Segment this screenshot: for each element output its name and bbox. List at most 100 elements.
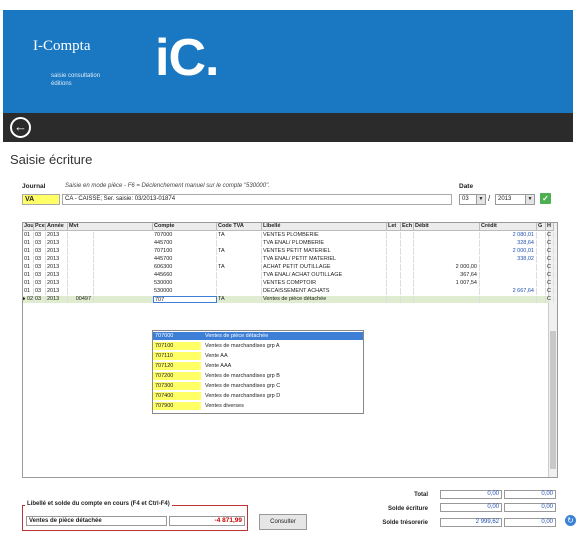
- option-account-code: 707400: [153, 392, 201, 400]
- grid-col-code-tva-header[interactable]: Code TVA: [217, 223, 262, 231]
- cell-mvt: [68, 288, 94, 295]
- dropdown-option[interactable]: 707200 Ventes de marchandises grp B: [153, 372, 363, 380]
- table-row[interactable]: 01 03 2013 707000 TA VENTES PLOMBERIE 2 080,01…: [23, 232, 554, 239]
- grid-col-h-header[interactable]: H: [546, 223, 554, 231]
- cell-libelle: TVA ENAL/ PLOMBERIE: [262, 240, 387, 247]
- option-account-code: 707300: [153, 382, 201, 390]
- chevron-down-icon[interactable]: ▼: [476, 195, 485, 204]
- cell-jour: 01: [23, 288, 34, 295]
- account-name: Ventes de pièce détachée: [26, 516, 167, 526]
- grid-col-libelle-header[interactable]: Libellé: [262, 223, 387, 231]
- table-row[interactable]: 01 03 2013 445700 TVA ENAL/ PETIT MATERIEL 33…: [23, 256, 554, 263]
- dropdown-option[interactable]: 707120 Vente AAA: [153, 362, 363, 370]
- cell-pce: 03: [34, 248, 46, 255]
- cell-compte: 445660: [153, 272, 217, 279]
- journal-name-field: CA - CAISSE; Ser. saisie: 03/2013-01874: [62, 194, 452, 205]
- cell-let: [387, 264, 401, 271]
- table-row[interactable]: 01 03 2013 530000 DECAISSEMENT ACHATS 2 667,6…: [23, 288, 554, 295]
- grid-col-let-header[interactable]: Let: [387, 223, 401, 231]
- cell-libelle: TVA ENAL/ PETIT MATERIEL: [262, 256, 387, 263]
- grid-col-debit-header[interactable]: Débit: [414, 223, 480, 231]
- cell-ech: [401, 232, 414, 239]
- cell-ech: [401, 272, 414, 279]
- cell-h: C: [546, 288, 554, 295]
- active-entry-row[interactable]: ▶0203201300497 707TAVentes de pièce détac…: [23, 296, 554, 303]
- chevron-down-icon[interactable]: ▼: [525, 195, 534, 204]
- solde-tresorerie-label: Solde trésorerie: [382, 520, 428, 526]
- cell-tva: TA: [217, 264, 262, 271]
- dropdown-option[interactable]: 707400 Ventes de marchandises grp D: [153, 392, 363, 400]
- grid-col-mvt-header[interactable]: Mvt: [68, 223, 153, 231]
- cell-g: [537, 288, 546, 295]
- active-cell-credit: [480, 296, 537, 303]
- solde-ecriture-credit: 0,00: [504, 503, 556, 512]
- cell-credit: 2 000,01: [480, 248, 537, 255]
- cell-pce: 03: [34, 280, 46, 287]
- grid-col-piece-header[interactable]: Pce: [34, 223, 46, 231]
- table-row[interactable]: 01 03 2013 707100 TA VENTES PETIT MATERIEL 2 0…: [23, 248, 554, 255]
- cell-credit: 2 667,64: [480, 288, 537, 295]
- grid-col-credit-header[interactable]: Crédit: [480, 223, 537, 231]
- dropdown-option[interactable]: 707900 Ventes diverses: [153, 402, 363, 410]
- check-icon[interactable]: ✓: [540, 193, 551, 204]
- cell-annee: 2013: [46, 288, 68, 295]
- cell-tva: TA: [217, 248, 262, 255]
- active-cell-let: [387, 296, 401, 303]
- cell-ech: [401, 280, 414, 287]
- cell-mvt: [68, 240, 94, 247]
- dropdown-option[interactable]: 707100 Ventes de marchandises grp A: [153, 342, 363, 350]
- cell-jour: 01: [23, 232, 34, 239]
- solde-tresorerie-debit: 2 999,62: [440, 518, 502, 527]
- account-dropdown[interactable]: 707000 Ventes de pièce détachée 707100 Vent…: [152, 330, 364, 414]
- cell-h: C: [546, 248, 554, 255]
- dropdown-option[interactable]: 707110 Vente AA: [153, 352, 363, 360]
- grid-col-g-header[interactable]: G: [537, 223, 546, 231]
- cell-pce: 03: [34, 272, 46, 279]
- active-cell-ech: [401, 296, 414, 303]
- cell-annee: 2013: [46, 240, 68, 247]
- month-value: 03: [462, 196, 469, 202]
- cell-mvt: [68, 280, 94, 287]
- table-row[interactable]: 01 03 2013 445700 TVA ENAL/ PLOMBERIE 328,64 C: [23, 240, 554, 247]
- sync-icon[interactable]: ↻: [565, 515, 576, 526]
- journal-label: Journal: [22, 183, 46, 190]
- cell-ech: [401, 256, 414, 263]
- dropdown-option[interactable]: 707000 Ventes de pièce détachée: [153, 332, 363, 340]
- month-select[interactable]: 03 ▼: [459, 194, 486, 205]
- grid-col-jour-header[interactable]: Jour: [23, 223, 34, 231]
- cell-h: C: [546, 256, 554, 263]
- cell-let: [387, 248, 401, 255]
- cell-libelle: DECAISSEMENT ACHATS: [262, 288, 387, 295]
- back-arrow-icon[interactable]: ←: [10, 117, 31, 138]
- dropdown-option[interactable]: 707300 Ventes de marchandises grp C: [153, 382, 363, 390]
- grid-col-annee-header[interactable]: Année: [46, 223, 68, 231]
- cell-g: [537, 280, 546, 287]
- active-cell-mvt: 00497: [68, 296, 94, 303]
- total-credit: 0,00: [504, 490, 556, 499]
- date-separator: /: [488, 194, 491, 203]
- cell-compte: 445700: [153, 240, 217, 247]
- cell-let: [387, 272, 401, 279]
- active-cell-g: [537, 296, 546, 303]
- scrollbar-thumb[interactable]: [550, 331, 556, 469]
- year-select[interactable]: 2013 ▼: [495, 194, 535, 205]
- table-row[interactable]: 01 03 2013 606300 TA ACHAT PETIT OUTILLAGE 2 0…: [23, 264, 554, 271]
- grid-col-compte-header[interactable]: Compte: [153, 223, 217, 231]
- cell-annee: 2013: [46, 232, 68, 239]
- table-row[interactable]: 01 03 2013 530000 VENTES COMPTOIR 1 007,54 C: [23, 280, 554, 287]
- cell-pce: 03: [34, 256, 46, 263]
- cell-jour: 01: [23, 240, 34, 247]
- cell-annee: 2013: [46, 248, 68, 255]
- cell-debit: [414, 240, 480, 247]
- table-row[interactable]: 01 03 2013 445660 TVA ENAL/ ACHAT OUTILLAGE 3…: [23, 272, 554, 279]
- grid-col-ech-header[interactable]: Ech: [401, 223, 414, 231]
- journal-code-field[interactable]: VA: [22, 194, 60, 205]
- cell-let: [387, 280, 401, 287]
- cell-annee: 2013: [46, 280, 68, 287]
- consult-button[interactable]: Consulter: [259, 514, 307, 530]
- option-account-code: 707120: [153, 362, 201, 370]
- nav-bar: ←: [3, 113, 573, 142]
- cell-g: [537, 256, 546, 263]
- cell-g: [537, 240, 546, 247]
- active-cell-compte[interactable]: 707: [153, 296, 217, 303]
